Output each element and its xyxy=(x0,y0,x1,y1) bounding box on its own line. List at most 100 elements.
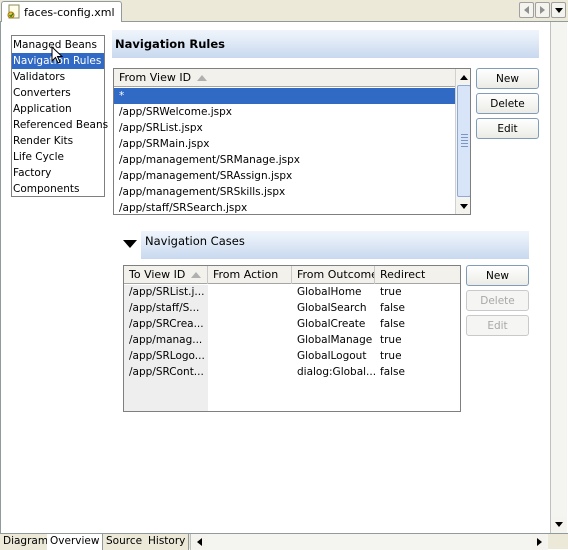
tab-list-dropdown-button[interactable] xyxy=(551,2,566,18)
category-item-render-kits[interactable]: Render Kits xyxy=(12,133,104,149)
table-row[interactable]: /app/staff/SRSearch.jspx xyxy=(114,200,455,214)
cell-redirect: true xyxy=(380,334,402,346)
cell-to-view-id: /app/staff/S... xyxy=(129,302,200,314)
navigation-cases-table[interactable]: To View ID From Action From Outcome Redi… xyxy=(123,265,461,412)
category-item-factory[interactable]: Factory xyxy=(12,165,104,181)
cell-to-view-id: /app/SRCrea... xyxy=(129,318,204,330)
chevron-down-icon xyxy=(555,521,563,527)
category-item-application[interactable]: Application xyxy=(12,101,104,117)
editor-tab-faces-config[interactable]: faces-config.xml xyxy=(1,1,122,22)
scroll-up-button[interactable] xyxy=(457,70,470,84)
scrollbar-thumb[interactable] xyxy=(457,85,470,197)
cell-from-outcome: GlobalHome xyxy=(297,286,362,298)
cell-from-action xyxy=(208,348,292,364)
cell-redirect: false xyxy=(380,366,405,378)
sort-ascending-icon xyxy=(197,74,208,81)
cases-new-button[interactable]: New xyxy=(466,265,529,286)
chevron-left-icon xyxy=(524,6,529,14)
rules-table-body: * /app/SRWelcome.jspx /app/SRList.jspx /… xyxy=(114,88,455,214)
column-header-from-action[interactable]: From Action xyxy=(208,266,292,284)
cell-from-action xyxy=(208,316,292,332)
chevron-left-icon xyxy=(196,538,202,546)
chevron-down-icon xyxy=(460,203,468,209)
cell-redirect: false xyxy=(380,318,405,330)
cell-from-action xyxy=(208,300,292,316)
column-header-redirect[interactable]: Redirect xyxy=(375,266,460,284)
editor-tab-strip: faces-config.xml xyxy=(0,0,568,22)
cases-table-header: To View ID From Action From Outcome Redi… xyxy=(124,266,460,284)
cell-from-action xyxy=(208,284,292,300)
cases-delete-button[interactable]: Delete xyxy=(466,290,529,311)
cases-table-body: /app/SRList.j... GlobalHome true /app/st… xyxy=(124,284,460,380)
cell-from-outcome: GlobalCreate xyxy=(297,318,366,330)
cell-from-outcome: GlobalSearch xyxy=(297,302,367,314)
chevron-right-icon xyxy=(540,6,545,14)
navigation-rules-header: Navigation Rules xyxy=(112,30,539,58)
tab-diagram[interactable]: Diagram xyxy=(0,534,53,550)
grip-icon xyxy=(461,134,468,148)
bottom-tab-bar: Diagram Overview Source History xyxy=(0,533,568,550)
scroll-left-button[interactable] xyxy=(192,535,206,549)
rules-table-header: From View ID xyxy=(114,69,455,87)
scroll-right-button[interactable] xyxy=(532,535,546,549)
cell-from-outcome: dialog:Global... xyxy=(297,366,375,378)
sort-ascending-icon xyxy=(191,271,202,278)
cell-redirect: true xyxy=(380,286,402,298)
cases-edit-button[interactable]: Edit xyxy=(466,315,529,336)
column-header-from-outcome[interactable]: From Outcome xyxy=(292,266,375,284)
chevron-up-icon xyxy=(460,74,468,80)
cell-from-action xyxy=(208,364,292,380)
editor-tab-label: faces-config.xml xyxy=(24,5,115,19)
table-row[interactable]: /app/SRWelcome.jspx xyxy=(114,104,455,120)
column-header-to-view-id[interactable]: To View ID xyxy=(124,266,208,284)
cell-redirect: true xyxy=(380,350,402,362)
scroll-down-button[interactable] xyxy=(457,199,470,213)
category-item-converters[interactable]: Converters xyxy=(12,85,104,101)
editor-vertical-scrollbar[interactable] xyxy=(550,22,567,533)
column-header-label: From View ID xyxy=(119,71,192,84)
scroll-tabs-right-button[interactable] xyxy=(535,2,550,18)
category-item-referenced-beans[interactable]: Referenced Beans xyxy=(12,117,108,133)
tab-source[interactable]: Source xyxy=(103,534,147,550)
rules-new-button[interactable]: New xyxy=(476,68,539,89)
chevron-right-icon xyxy=(536,538,542,546)
cell-to-view-id: /app/SRCont... xyxy=(129,366,204,378)
chevron-down-icon xyxy=(554,7,563,13)
table-row[interactable]: * xyxy=(114,88,455,104)
editor-horizontal-scrollbar[interactable] xyxy=(190,534,548,550)
table-row[interactable]: /app/management/SRSkills.jspx xyxy=(114,184,455,200)
faces-config-file-icon xyxy=(6,4,22,20)
rules-edit-button[interactable]: Edit xyxy=(476,118,539,139)
table-row[interactable]: /app/SRCrea... GlobalCreate false xyxy=(124,316,460,332)
tab-history[interactable]: History xyxy=(145,534,190,550)
table-row[interactable]: /app/SRList.jspx xyxy=(114,120,455,136)
table-row[interactable]: /app/SRLogo... GlobalLogout true xyxy=(124,348,460,364)
cell-to-view-id: /app/SRList.j... xyxy=(129,286,205,298)
category-item-components[interactable]: Components xyxy=(12,181,104,197)
table-row[interactable]: /app/SRList.j... GlobalHome true xyxy=(124,284,460,300)
table-row[interactable]: /app/management/SRManage.jspx xyxy=(114,152,455,168)
category-item-life-cycle[interactable]: Life Cycle xyxy=(12,149,104,165)
table-row[interactable]: /app/SRMain.jspx xyxy=(114,136,455,152)
navigation-cases-header: Navigation Cases xyxy=(141,231,529,259)
table-row[interactable]: /app/staff/S... GlobalSearch false xyxy=(124,300,460,316)
table-row[interactable]: /app/management/SRAssign.jspx xyxy=(114,168,455,184)
scroll-tabs-left-button[interactable] xyxy=(519,2,534,18)
table-row[interactable]: /app/SRCont... dialog:Global... false xyxy=(124,364,460,380)
cell-to-view-id: /app/manag... xyxy=(129,334,203,346)
cell-from-outcome: GlobalManage xyxy=(297,334,373,346)
tab-overview[interactable]: Overview xyxy=(47,534,104,550)
column-header-label: To View ID xyxy=(129,268,186,281)
cell-to-view-id: /app/SRLogo... xyxy=(129,350,205,362)
mouse-cursor-icon xyxy=(51,46,63,64)
table-row[interactable]: /app/manag... GlobalManage true xyxy=(124,332,460,348)
collapse-triangle-icon[interactable] xyxy=(123,240,137,248)
column-header-from-view-id[interactable]: From View ID xyxy=(114,69,455,87)
cell-from-action xyxy=(208,332,292,348)
cell-from-outcome: GlobalLogout xyxy=(297,350,367,362)
navigation-rules-table[interactable]: From View ID * /app/SRWelcome.jspx /app/… xyxy=(113,68,471,215)
rules-table-scrollbar[interactable] xyxy=(455,69,470,214)
scroll-down-button[interactable] xyxy=(552,517,566,531)
category-item-validators[interactable]: Validators xyxy=(12,69,104,85)
rules-delete-button[interactable]: Delete xyxy=(476,93,539,114)
